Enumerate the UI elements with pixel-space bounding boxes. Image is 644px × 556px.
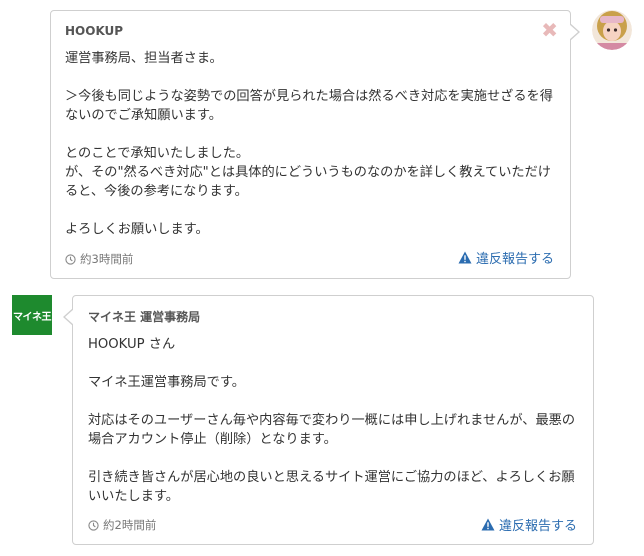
message-bubble-user: HOOKUP ✖ 運営事務局、担当者さま。 ＞今後も同じような姿勢での回答が見ら… bbox=[50, 10, 580, 279]
admin-avatar[interactable]: マイネ王 bbox=[12, 295, 52, 335]
clock-icon bbox=[88, 519, 99, 531]
user-avatar[interactable] bbox=[592, 10, 632, 50]
warning-icon bbox=[481, 518, 495, 531]
report-violation-link[interactable]: 違反報告する bbox=[481, 515, 577, 534]
message-timestamp: 約2時間前 bbox=[88, 517, 156, 533]
timestamp-label: 約3時間前 bbox=[80, 252, 134, 266]
admin-avatar-logo: マイネ王 bbox=[13, 311, 52, 323]
sender-name: マイネ王 運営事務局 bbox=[88, 310, 201, 324]
report-label: 違反報告する bbox=[475, 252, 554, 267]
timestamp-label: 約2時間前 bbox=[103, 518, 157, 532]
sender-name: HOOKUP bbox=[65, 24, 124, 38]
warning-icon bbox=[458, 251, 472, 264]
message-bubble-admin: マイネ王 運営事務局 HOOKUP さん マイネ王運営事務局です。 対応はそのユ… bbox=[63, 295, 594, 545]
close-icon[interactable]: ✖ bbox=[541, 20, 558, 40]
clock-icon bbox=[65, 253, 76, 265]
user-avatar-image bbox=[592, 10, 632, 50]
message-body: HOOKUP さん マイネ王運営事務局です。 対応はそのユーザーさん毎や内容毎で… bbox=[88, 337, 576, 504]
report-label: 違反報告する bbox=[498, 519, 577, 534]
message-thread: HOOKUP ✖ 運営事務局、担当者さま。 ＞今後も同じような姿勢での回答が見ら… bbox=[0, 0, 644, 556]
message-body: 運営事務局、担当者さま。 ＞今後も同じような姿勢での回答が見られた場合は然るべき… bbox=[65, 51, 553, 237]
message-timestamp: 約3時間前 bbox=[65, 251, 133, 267]
report-violation-link[interactable]: 違反報告する bbox=[458, 248, 554, 267]
